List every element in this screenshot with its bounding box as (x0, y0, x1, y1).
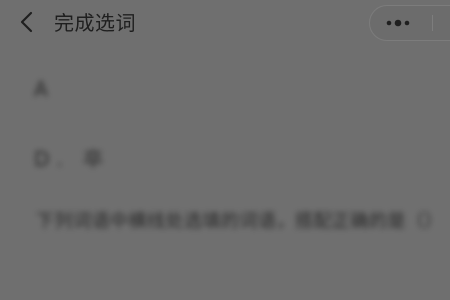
capsule-divider (432, 15, 433, 31)
mini-program-capsule (369, 5, 450, 41)
chevron-left-icon (20, 11, 33, 33)
back-button[interactable] (16, 10, 40, 34)
question-text-line: A (34, 77, 48, 101)
three-dots-icon (386, 19, 410, 27)
question-text-line: 下列词语中横线处选填的词语，搭配正确的是（） (36, 211, 443, 232)
page-title: 完成选词 (54, 11, 136, 35)
question-text-line: D. 卒 (34, 147, 111, 171)
navigation-bar: 完成选词 (0, 0, 450, 46)
more-button[interactable] (370, 6, 432, 40)
